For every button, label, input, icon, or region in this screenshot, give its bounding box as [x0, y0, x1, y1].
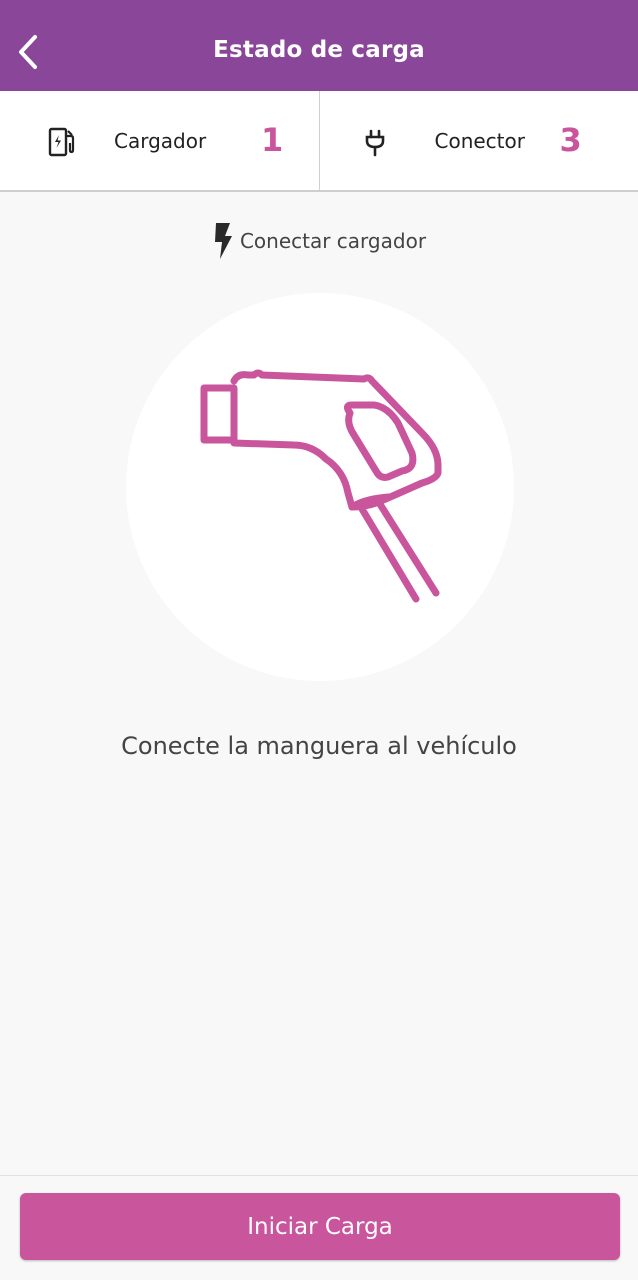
ev-station-icon	[48, 127, 75, 157]
charger-connector-bar: Cargador 1 Conector 3	[0, 91, 638, 192]
connector-number: 3	[559, 121, 582, 159]
charging-gun-icon	[200, 369, 442, 603]
charging-status-screen: Estado de carga Cargador 1 Conector 3 Co…	[0, 0, 638, 1280]
lightning-bolt-icon	[214, 223, 232, 259]
step-indicator: Conectar cargador	[0, 222, 638, 260]
start-charging-button[interactable]: Iniciar Carga	[20, 1193, 620, 1260]
instruction-text: Conecte la manguera al vehículo	[121, 732, 517, 760]
charger-number: 1	[261, 121, 284, 159]
plug-icon	[365, 129, 384, 157]
page-title: Estado de carga	[213, 37, 425, 63]
charger-label: Cargador	[114, 129, 207, 153]
step-label: Conectar cargador	[239, 229, 427, 253]
app-header: Estado de carga	[0, 0, 638, 91]
illustration-circle	[126, 293, 514, 681]
charger-info: Cargador 1	[0, 91, 320, 190]
connector-label: Conector	[434, 129, 525, 153]
connector-info: Conector 3	[320, 91, 638, 190]
